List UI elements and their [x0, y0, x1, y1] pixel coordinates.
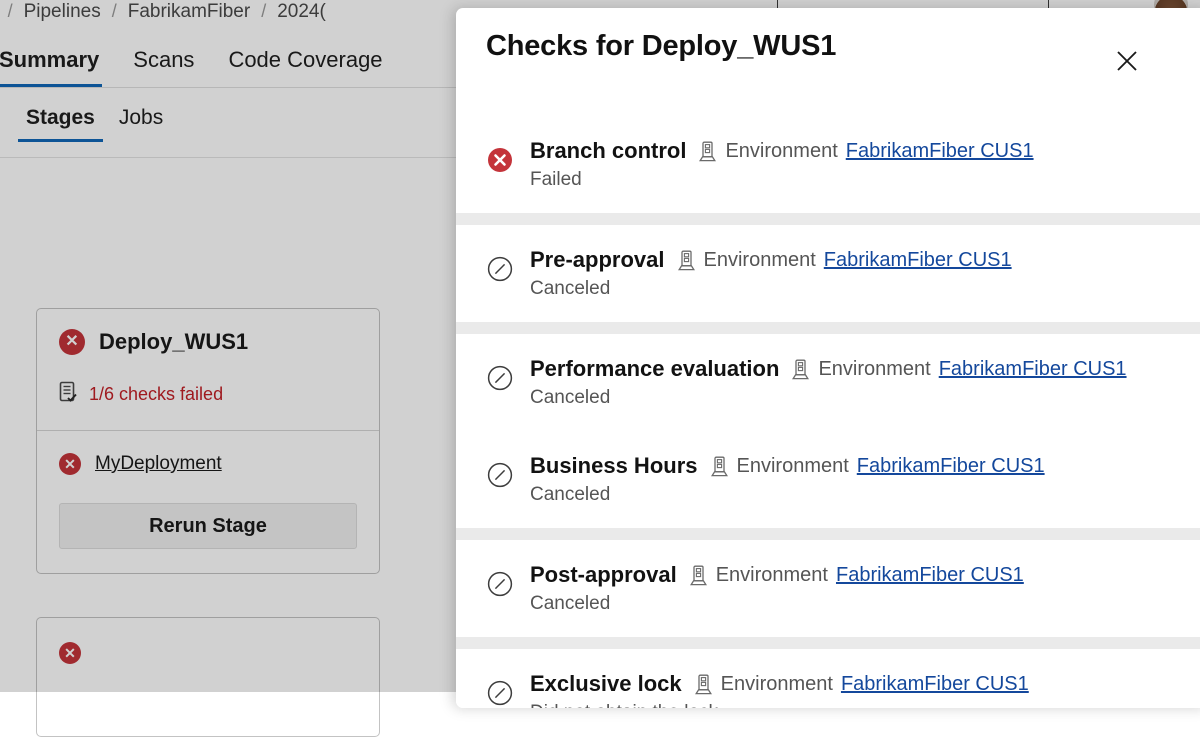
check-row[interactable]: Performance evaluation Environment Fabrika… — [456, 334, 1200, 431]
check-row-title-line: Post-approval Environment FabrikamFiber CU… — [530, 562, 1024, 588]
checks-panel: Checks for Deploy_WUS1 Branch control Env… — [456, 8, 1200, 708]
check-row-title-line: Performance evaluation Environment Fabrika… — [530, 356, 1127, 382]
canceled-circle-icon — [486, 364, 514, 392]
checks-panel-header: Checks for Deploy_WUS1 — [456, 8, 1200, 116]
tab-summary[interactable]: Summary — [0, 47, 116, 87]
stage-list: ✕ Deploy_WUS1 1/6 checks failed ✕ MyDepl… — [36, 308, 380, 737]
canceled-circle-icon — [486, 461, 514, 489]
check-status: Canceled — [530, 484, 611, 505]
canceled-circle-icon — [486, 679, 514, 707]
row-separator — [456, 528, 1200, 540]
check-row-text: Branch control Environment FabrikamFiber C… — [530, 138, 1034, 191]
error-circle-icon: ✕ — [59, 642, 81, 664]
checklist-icon — [59, 381, 78, 408]
environment-link[interactable]: FabrikamFiber CUS1 — [836, 564, 1024, 587]
check-row[interactable]: Post-approval Environment FabrikamFiber CU… — [456, 540, 1200, 637]
subtab-label: Jobs — [118, 106, 164, 129]
canceled-circle-icon — [486, 255, 514, 283]
check-row-text: Post-approval Environment FabrikamFiber CU… — [530, 562, 1024, 615]
breadcrumb-separator: / — [7, 1, 13, 21]
row-separator — [456, 322, 1200, 334]
check-name: Business Hours — [530, 453, 698, 478]
server-icon — [791, 359, 810, 380]
server-icon — [694, 674, 713, 695]
check-status: Canceled — [530, 278, 611, 299]
check-row-text: Performance evaluation Environment Fabrika… — [530, 356, 1127, 409]
stage-card-body: ✕ MyDeployment Rerun Stage — [37, 431, 379, 573]
check-row-text: Exclusive lock Environment FabrikamFiber C… — [530, 671, 1029, 708]
environment-link[interactable]: FabrikamFiber CUS1 — [846, 140, 1034, 163]
check-row-title-line: Exclusive lock Environment FabrikamFiber C… — [530, 671, 1029, 697]
check-row-title-line: Pre-approval Environment FabrikamFiber CUS… — [530, 247, 1012, 273]
check-row[interactable]: Branch control Environment FabrikamFiber C… — [456, 116, 1200, 213]
breadcrumb-separator: / — [111, 1, 117, 21]
check-row[interactable]: Exclusive lock Environment FabrikamFiber C… — [456, 649, 1200, 708]
check-row[interactable]: Business Hours Environment FabrikamFiber C… — [456, 431, 1200, 528]
check-row-text: Business Hours Environment FabrikamFiber C… — [530, 453, 1045, 506]
stage-card-next[interactable]: ✕ — [36, 617, 380, 737]
row-separator — [456, 213, 1200, 225]
deployment-row[interactable]: ✕ MyDeployment — [59, 453, 357, 475]
checks-list: Branch control Environment FabrikamFiber C… — [456, 116, 1200, 708]
check-name: Pre-approval — [530, 247, 665, 272]
close-icon[interactable] — [1112, 46, 1142, 76]
deployment-link[interactable]: MyDeployment — [95, 453, 222, 475]
breadcrumb-item-3[interactable]: 2024( — [277, 1, 326, 23]
environment-label: Environment — [818, 357, 931, 380]
environment-label: Environment — [715, 563, 828, 586]
check-name: Post-approval — [530, 562, 677, 587]
environment-label: Environment — [703, 248, 816, 271]
subtab-stages[interactable]: Stages — [14, 106, 107, 142]
check-status: Failed — [530, 169, 582, 190]
canceled-circle-icon — [486, 570, 514, 598]
environment-link[interactable]: FabrikamFiber CUS1 — [857, 455, 1045, 478]
stage-card-header: ✕ Deploy_WUS1 — [37, 309, 379, 381]
check-name: Branch control — [530, 138, 687, 163]
check-status: Canceled — [530, 593, 611, 614]
breadcrumb-item-1[interactable]: Pipelines — [24, 1, 101, 23]
check-row[interactable]: Pre-approval Environment FabrikamFiber CUS… — [456, 225, 1200, 322]
check-name: Performance evaluation — [530, 356, 780, 381]
tab-scans[interactable]: Scans — [116, 47, 211, 87]
check-row-text: Pre-approval Environment FabrikamFiber CUS… — [530, 247, 1012, 300]
environment-label: Environment — [720, 672, 833, 695]
breadcrumb-item-2[interactable]: FabrikamFiber — [128, 1, 250, 23]
check-row-title-line: Branch control Environment FabrikamFiber C… — [530, 138, 1034, 164]
environment-label: Environment — [736, 454, 849, 477]
tab-code-coverage[interactable]: Code Coverage — [211, 47, 399, 87]
environment-link[interactable]: FabrikamFiber CUS1 — [939, 358, 1127, 381]
server-icon — [689, 565, 708, 586]
server-icon — [698, 141, 717, 162]
tab-label: Code Coverage — [228, 47, 383, 72]
rerun-stage-button[interactable]: Rerun Stage — [59, 503, 357, 549]
subtab-label: Stages — [26, 106, 95, 129]
error-circle-icon: ✕ — [59, 453, 81, 475]
stage-card-deploy-wus1[interactable]: ✕ Deploy_WUS1 1/6 checks failed ✕ MyDepl… — [36, 308, 380, 574]
stage-name: Deploy_WUS1 — [99, 329, 249, 354]
environment-link[interactable]: FabrikamFiber CUS1 — [841, 673, 1029, 696]
subtab-jobs[interactable]: Jobs — [107, 106, 175, 142]
checks-failed-text: 1/6 checks failed — [89, 384, 224, 404]
environment-link[interactable]: FabrikamFiber CUS1 — [824, 249, 1012, 272]
row-separator — [456, 637, 1200, 649]
breadcrumb-separator: / — [261, 1, 267, 21]
check-status: Did not obtain the lock — [530, 702, 1029, 708]
panel-title: Checks for Deploy_WUS1 — [486, 30, 837, 62]
tab-label: Scans — [133, 47, 195, 72]
server-icon — [710, 456, 729, 477]
check-name: Exclusive lock — [530, 671, 682, 696]
stage-checks-status[interactable]: 1/6 checks failed — [37, 381, 379, 430]
breadcrumb: n / Pipelines / FabrikamFiber / 2024( — [0, 1, 326, 23]
check-status: Canceled — [530, 387, 611, 408]
environment-label: Environment — [725, 139, 838, 162]
error-circle-icon: ✕ — [59, 329, 85, 355]
error-circle-icon — [486, 146, 514, 174]
tab-label: Summary — [0, 47, 100, 72]
server-icon — [677, 250, 696, 271]
stage-card-header: ✕ — [37, 618, 379, 664]
check-row-title-line: Business Hours Environment FabrikamFiber C… — [530, 453, 1045, 479]
